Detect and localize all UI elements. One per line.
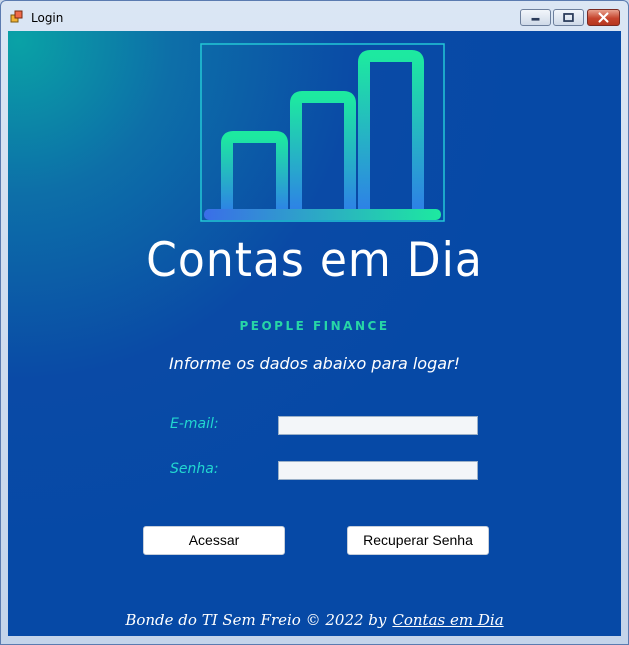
recover-password-button[interactable]: Recuperar Senha xyxy=(347,526,489,555)
footer-text: Bonde do TI Sem Freio © 2022 by xyxy=(125,611,387,629)
password-label: Senha: xyxy=(170,461,219,477)
brand-tagline: PEOPLE FINANCE xyxy=(239,319,390,333)
title-bar[interactable]: Login xyxy=(1,1,628,31)
minimize-button[interactable] xyxy=(520,9,551,26)
footer-link[interactable]: Contas em Dia xyxy=(392,611,503,629)
app-icon xyxy=(10,10,23,23)
minimize-icon xyxy=(531,17,540,21)
login-instruction: Informe os dados abaixo para logar! xyxy=(168,354,461,373)
password-field[interactable] xyxy=(278,461,478,480)
close-icon xyxy=(598,12,609,23)
maximize-button[interactable] xyxy=(553,9,584,26)
email-label: E-mail: xyxy=(170,416,219,432)
brand-name: Contas em Dia xyxy=(146,232,483,289)
access-button[interactable]: Acessar xyxy=(143,526,285,555)
window-title: Login xyxy=(31,11,64,25)
maximize-icon xyxy=(563,13,574,22)
close-button[interactable] xyxy=(587,9,620,26)
email-field[interactable] xyxy=(278,416,478,435)
login-panel: Contas em Dia PEOPLE FINANCE Informe os … xyxy=(8,31,621,636)
login-window: Login Contas em Dia PEOPLE FINANCE Infor… xyxy=(0,0,629,645)
bar-chart-logo xyxy=(200,43,445,222)
footer: Bonde do TI Sem Freio © 2022 by Contas em… xyxy=(8,611,621,629)
